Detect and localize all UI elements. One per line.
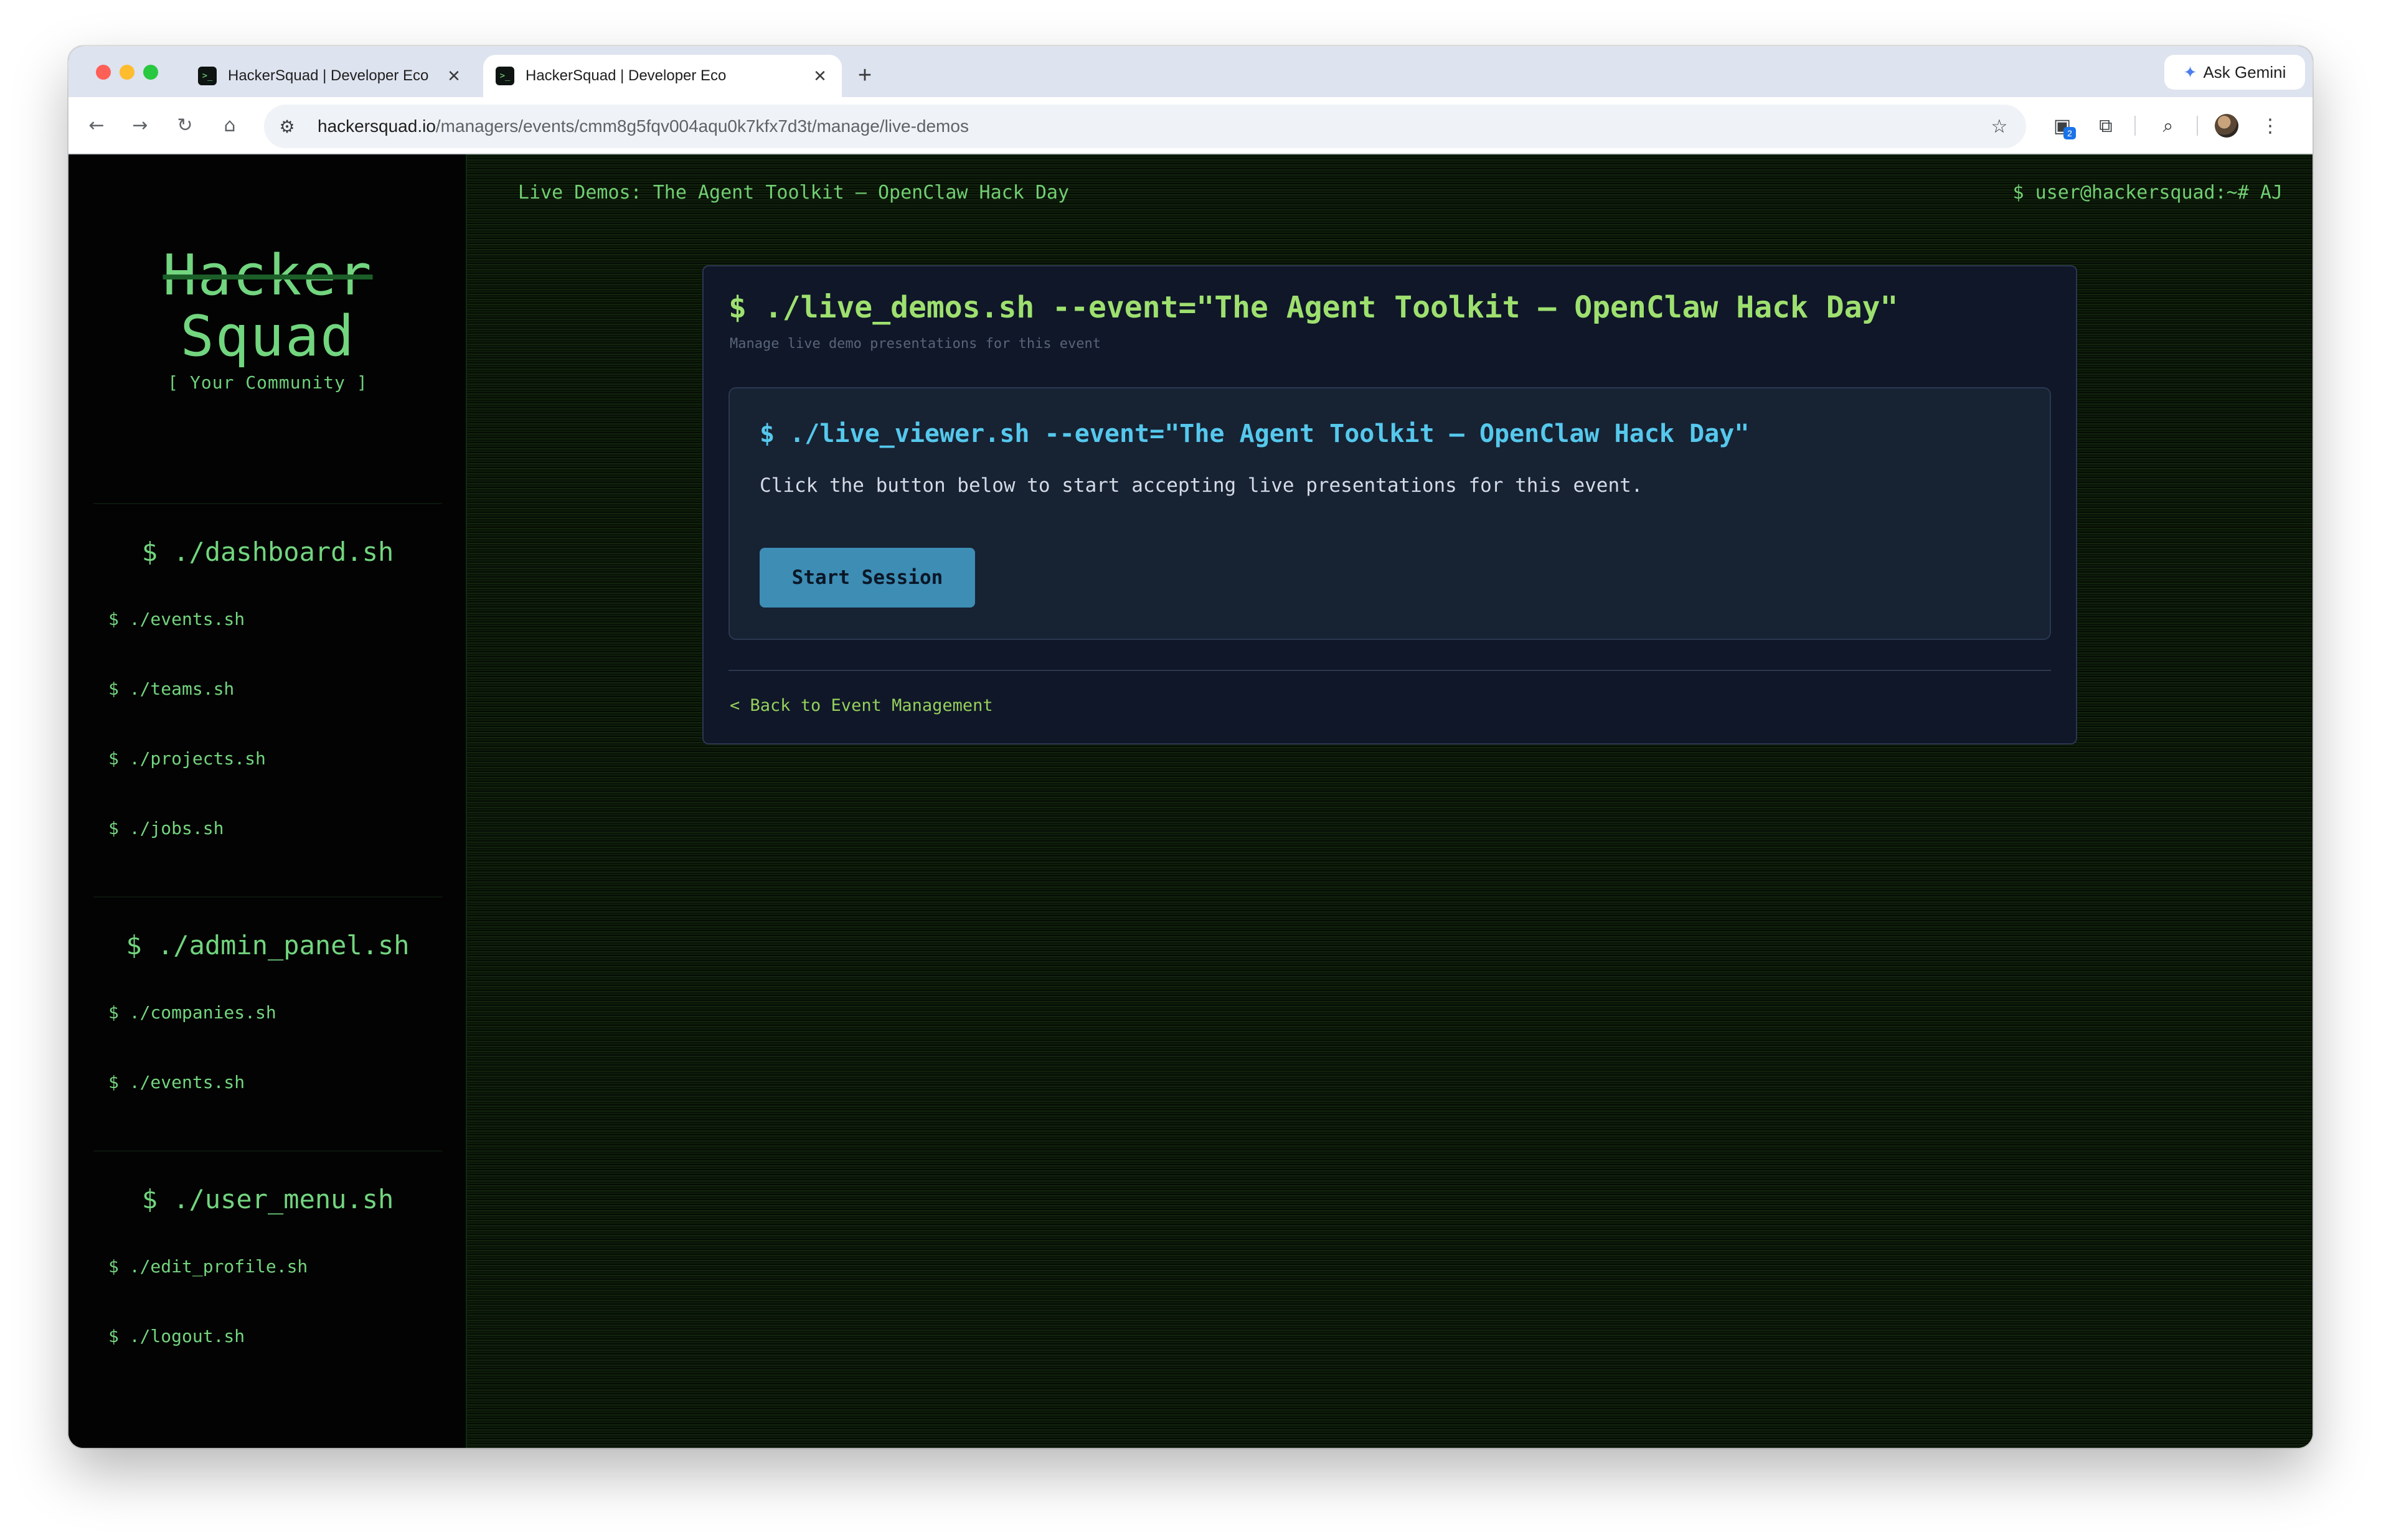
sidebar-section-dashboard[interactable]: $ ./dashboard.sh: [68, 537, 467, 567]
sidebar-item-projects[interactable]: $ ./projects.sh: [108, 748, 266, 769]
sidebar-item-logout[interactable]: $ ./logout.sh: [108, 1326, 245, 1346]
sidebar-item-teams[interactable]: $ ./teams.sh: [108, 678, 234, 699]
sidebar-divider: [93, 1150, 442, 1152]
address-bar[interactable]: ⚙ hackersquad.io/managers/events/cmm8g5f…: [264, 105, 2026, 148]
reload-icon[interactable]: ↻: [169, 110, 200, 141]
sidebar-section-user-menu[interactable]: $ ./user_menu.sh: [68, 1184, 467, 1214]
maximize-window-button[interactable]: [143, 65, 158, 80]
browser-toolbar: ← → ↻ ⌂ ⚙ hackersquad.io/managers/events…: [68, 97, 2313, 154]
ask-gemini-button[interactable]: ✦ Ask Gemini: [2164, 55, 2305, 90]
url-path: /managers/events/cmm8g5fqv004aqu0k7kfx7d…: [435, 116, 969, 136]
close-tab-icon[interactable]: ✕: [445, 67, 463, 86]
live-viewer-title: $ ./live_viewer.sh --event="The Agent To…: [760, 420, 1750, 448]
live-viewer-description: Click the button below to start acceptin…: [760, 474, 1643, 497]
page-content: Hacker Squad [ Your Community ] $ ./dash…: [68, 154, 2313, 1448]
sidebar-item-jobs[interactable]: $ ./jobs.sh: [108, 818, 224, 838]
logo-line-1: Hacker: [163, 243, 373, 308]
main-area: Live Demos: The Agent Toolkit – OpenClaw…: [467, 154, 2313, 1448]
logo-tagline: [ Your Community ]: [167, 372, 368, 393]
browser-tab-2-active[interactable]: >_ HackerSquad | Developer Eco ✕: [483, 55, 842, 97]
bookmark-star-icon[interactable]: ☆: [1984, 111, 2015, 142]
start-session-button[interactable]: Start Session: [760, 548, 975, 608]
new-tab-button[interactable]: +: [849, 60, 880, 91]
sidebar-item-edit-profile[interactable]: $ ./edit_profile.sh: [108, 1256, 308, 1277]
live-viewer-panel: $ ./live_viewer.sh --event="The Agent To…: [728, 387, 2051, 640]
sidebar-divider: [93, 503, 442, 504]
logo-line-2: Squad: [180, 304, 356, 369]
url-text[interactable]: hackersquad.io/managers/events/cmm8g5fqv…: [318, 116, 969, 136]
forward-arrow-icon[interactable]: →: [125, 110, 156, 141]
extension-icon[interactable]: ▣ 2: [2046, 110, 2078, 142]
search-tab-icon[interactable]: ⌕: [2152, 110, 2184, 142]
more-menu-icon[interactable]: ⋮: [2254, 110, 2286, 142]
toolbar-divider: [2134, 116, 2136, 136]
home-icon[interactable]: ⌂: [214, 110, 245, 141]
sidebar-item-companies[interactable]: $ ./companies.sh: [108, 1002, 276, 1023]
gemini-spark-icon: ✦: [2183, 62, 2197, 82]
extension-badge: 2: [2063, 127, 2076, 139]
toolbar-divider: [2197, 116, 2198, 136]
puzzle-icon[interactable]: ⧉: [2090, 110, 2122, 142]
page-title: Live Demos: The Agent Toolkit – OpenClaw…: [518, 182, 1070, 204]
sidebar: Hacker Squad [ Your Community ] $ ./dash…: [68, 154, 467, 1448]
close-window-button[interactable]: [96, 65, 111, 80]
minimize-window-button[interactable]: [120, 65, 134, 80]
hackersquad-favicon-icon: >_: [198, 67, 217, 85]
back-to-event-management-link[interactable]: < Back to Event Management: [730, 696, 993, 715]
tab-title: HackerSquad | Developer Eco: [526, 67, 727, 84]
sidebar-item-events[interactable]: $ ./events.sh: [108, 609, 245, 629]
site-settings-icon[interactable]: ⚙: [271, 111, 303, 142]
card-title: $ ./live_demos.sh --event="The Agent Too…: [728, 290, 1898, 325]
url-host: hackersquad.io: [318, 116, 436, 136]
browser-tab-1[interactable]: >_ HackerSquad | Developer Eco ✕: [186, 55, 476, 97]
tab-strip: >_ HackerSquad | Developer Eco ✕ >_ Hack…: [68, 46, 2313, 97]
hackersquad-favicon-icon: >_: [496, 67, 514, 85]
profile-avatar-icon[interactable]: [2210, 110, 2243, 142]
hackersquad-logo[interactable]: Hacker Squad [ Your Community ]: [68, 245, 467, 393]
sidebar-divider: [93, 896, 442, 898]
sidebar-section-admin-panel[interactable]: $ ./admin_panel.sh: [68, 930, 467, 960]
tab-title: HackerSquad | Developer Eco: [228, 67, 429, 84]
card-divider: [728, 670, 2051, 671]
browser-window: >_ HackerSquad | Developer Eco ✕ >_ Hack…: [68, 46, 2313, 1448]
back-arrow-icon[interactable]: ←: [81, 110, 112, 141]
live-demos-card: $ ./live_demos.sh --event="The Agent Too…: [702, 265, 2077, 744]
card-subtitle: Manage live demo presentations for this …: [730, 336, 1101, 352]
close-tab-icon[interactable]: ✕: [811, 67, 829, 86]
user-prompt[interactable]: $ user@hackersquad:~# AJ: [2013, 182, 2283, 204]
sidebar-item-admin-events[interactable]: $ ./events.sh: [108, 1072, 245, 1092]
ask-gemini-label: Ask Gemini: [2203, 62, 2286, 82]
